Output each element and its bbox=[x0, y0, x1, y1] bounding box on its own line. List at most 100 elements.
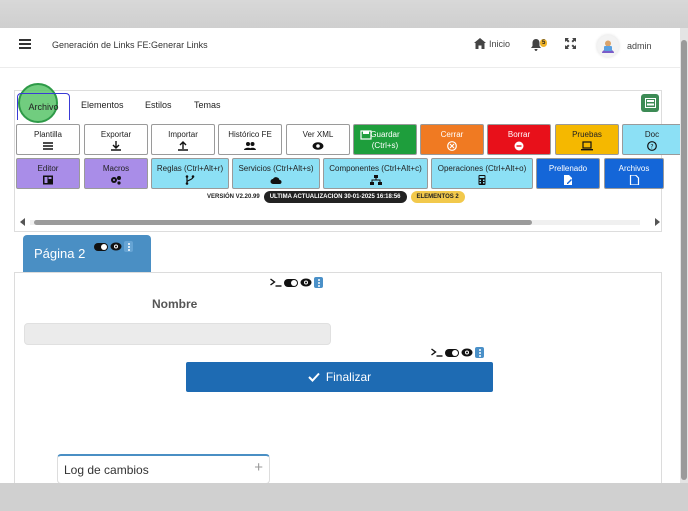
browser-bottom-shade bbox=[0, 483, 688, 511]
eye-icon bbox=[312, 142, 324, 150]
field-tools bbox=[270, 277, 323, 288]
page-tab[interactable]: Página 2 bbox=[23, 235, 151, 272]
page-scroll-thumb[interactable] bbox=[681, 40, 687, 480]
gears-icon bbox=[111, 176, 121, 185]
scroll-left-arrow-icon[interactable] bbox=[20, 218, 25, 226]
field-more-options-icon[interactable] bbox=[314, 277, 323, 288]
button-label: Componentes (Ctrl+Alt+c) bbox=[329, 164, 422, 173]
nombre-input[interactable] bbox=[24, 323, 331, 345]
button-label: Macros bbox=[102, 164, 130, 173]
user-name[interactable]: admin bbox=[627, 41, 652, 51]
page-title: Generación de Links FE:Generar Links bbox=[52, 40, 208, 50]
check-icon bbox=[308, 372, 320, 382]
toolbar-doc-button[interactable]: Doc? bbox=[622, 124, 682, 155]
branch-icon bbox=[185, 175, 195, 185]
toolbar-importar-button[interactable]: Importar bbox=[151, 124, 215, 155]
toolbar-plantilla-button[interactable]: Plantilla bbox=[16, 124, 80, 155]
button-terminal-icon[interactable] bbox=[431, 348, 443, 357]
toolbar-editor-button[interactable]: Editor bbox=[16, 158, 80, 189]
hamburger-menu-icon[interactable] bbox=[19, 39, 31, 49]
button-label: Ver XML bbox=[302, 130, 334, 139]
button-label: Editor bbox=[37, 164, 59, 173]
field-visibility-toggle-icon[interactable] bbox=[284, 278, 298, 287]
toolbar-archivos-button[interactable]: Archivos bbox=[604, 158, 664, 189]
button-label: Pruebas bbox=[572, 130, 602, 139]
tab-archivo[interactable]: Archivo bbox=[17, 93, 70, 120]
button-label: Histórico FE bbox=[228, 130, 272, 139]
page-tab-tools bbox=[94, 241, 133, 252]
save-icon bbox=[360, 130, 372, 140]
toolbar-exportar-button[interactable]: Exportar bbox=[84, 124, 148, 155]
button-more-options-icon[interactable] bbox=[475, 347, 484, 358]
button-label: Cerrar bbox=[440, 130, 464, 139]
finalize-button[interactable]: Finalizar bbox=[186, 362, 493, 392]
more-options-icon[interactable] bbox=[124, 241, 133, 252]
expand-plus-icon[interactable]: + bbox=[254, 459, 263, 476]
button-label: Reglas (Ctrl+Alt+r) bbox=[156, 164, 224, 173]
cloud-icon bbox=[270, 177, 282, 184]
notification-badge: 5 bbox=[540, 39, 548, 47]
change-log-panel[interactable]: Log de cambios + bbox=[57, 454, 270, 483]
page-vertical-scrollbar[interactable] bbox=[680, 28, 688, 483]
toolbar-reglas-ctrl-alt-r-button[interactable]: Reglas (Ctrl+Alt+r) bbox=[151, 158, 229, 189]
page-tab-label: Página 2 bbox=[34, 246, 86, 261]
screen: Generación de Links FE:Generar Links Ini… bbox=[0, 0, 688, 511]
scroll-right-arrow-icon[interactable] bbox=[655, 218, 660, 226]
toolbar-horizontal-scrollbar[interactable] bbox=[20, 218, 660, 226]
toolbar-componentes-ctrl-alt-c-button[interactable]: Componentes (Ctrl+Alt+c) bbox=[323, 158, 428, 189]
file-icon bbox=[629, 175, 640, 185]
scroll-thumb[interactable] bbox=[34, 220, 532, 225]
toolbar-servicios-ctrl-alt-s-button[interactable]: Servicios (Ctrl+Alt+s) bbox=[232, 158, 320, 189]
close-circle-icon bbox=[447, 141, 457, 151]
help-circle-icon: ? bbox=[647, 141, 657, 151]
button-label: Borrar bbox=[507, 130, 531, 139]
home-link[interactable]: Inicio bbox=[474, 38, 510, 49]
button-label: Prellenado bbox=[548, 164, 588, 173]
tab-temas[interactable]: Temas bbox=[188, 97, 227, 113]
button-label: Operaciones (Ctrl+Alt+o) bbox=[437, 164, 527, 173]
terminal-icon[interactable] bbox=[270, 278, 282, 287]
home-label: Inicio bbox=[489, 38, 511, 49]
eye-icon[interactable] bbox=[110, 242, 122, 251]
toolbar-pruebas-button[interactable]: Pruebas bbox=[555, 124, 619, 155]
avatar[interactable] bbox=[597, 35, 619, 57]
button-shortcut-label: (Ctrl+s) bbox=[371, 141, 399, 150]
toolbar-guardar-button[interactable]: Guardar (Ctrl+s) bbox=[353, 124, 417, 155]
toolbar-cerrar-button[interactable]: Cerrar bbox=[420, 124, 484, 155]
laptop-icon bbox=[581, 141, 593, 151]
users-icon bbox=[244, 142, 256, 150]
toolbar-operaciones-ctrl-alt-o-button[interactable]: Operaciones (Ctrl+Alt+o) bbox=[431, 158, 533, 189]
notifications-button[interactable]: 5 bbox=[531, 38, 551, 52]
toolbar-borrar-button[interactable]: Borrar bbox=[487, 124, 551, 155]
layout-icon bbox=[644, 98, 656, 108]
toolbar-macros-button[interactable]: Macros bbox=[84, 158, 148, 189]
layout-icon bbox=[43, 175, 53, 185]
fullscreen-icon[interactable] bbox=[565, 38, 576, 49]
button-visibility-toggle-icon[interactable] bbox=[445, 348, 459, 357]
toolbar-ver-xml-button[interactable]: Ver XML bbox=[286, 124, 350, 155]
button-label: Exportar bbox=[100, 130, 132, 139]
button-label: Archivos bbox=[618, 164, 650, 173]
app-window: Generación de Links FE:Generar Links Ini… bbox=[0, 28, 688, 483]
browser-top-shade bbox=[0, 0, 688, 28]
visibility-toggle-icon[interactable] bbox=[94, 242, 108, 251]
toolbar-hist-rico-fe-button[interactable]: Histórico FE bbox=[218, 124, 282, 155]
last-update-badge: ULTIMA ACTUALIZACION 30-01-2025 16:18:56 bbox=[263, 191, 407, 203]
change-log-label: Log de cambios bbox=[64, 463, 149, 477]
finalize-label: Finalizar bbox=[325, 370, 372, 384]
button-label: Doc bbox=[644, 130, 660, 139]
button-eye-icon[interactable] bbox=[461, 348, 473, 357]
user-avatar-icon bbox=[602, 40, 614, 53]
form-canvas: Nombre Finalizar Log de cambios + bbox=[14, 272, 662, 483]
tab-elementos[interactable]: Elementos bbox=[75, 97, 130, 113]
download-icon bbox=[111, 141, 121, 151]
elements-count-badge: ELEMENTOS 2 bbox=[410, 191, 465, 203]
layout-toggle-button[interactable] bbox=[641, 94, 659, 112]
button-tools bbox=[431, 347, 484, 358]
upload-icon bbox=[178, 141, 188, 151]
button-label: Importar bbox=[168, 130, 198, 139]
tab-estilos[interactable]: Estilos bbox=[139, 97, 178, 113]
toolbar-prellenado-button[interactable]: Prellenado bbox=[536, 158, 600, 189]
field-eye-icon[interactable] bbox=[300, 278, 312, 287]
calculator-icon bbox=[478, 175, 486, 185]
